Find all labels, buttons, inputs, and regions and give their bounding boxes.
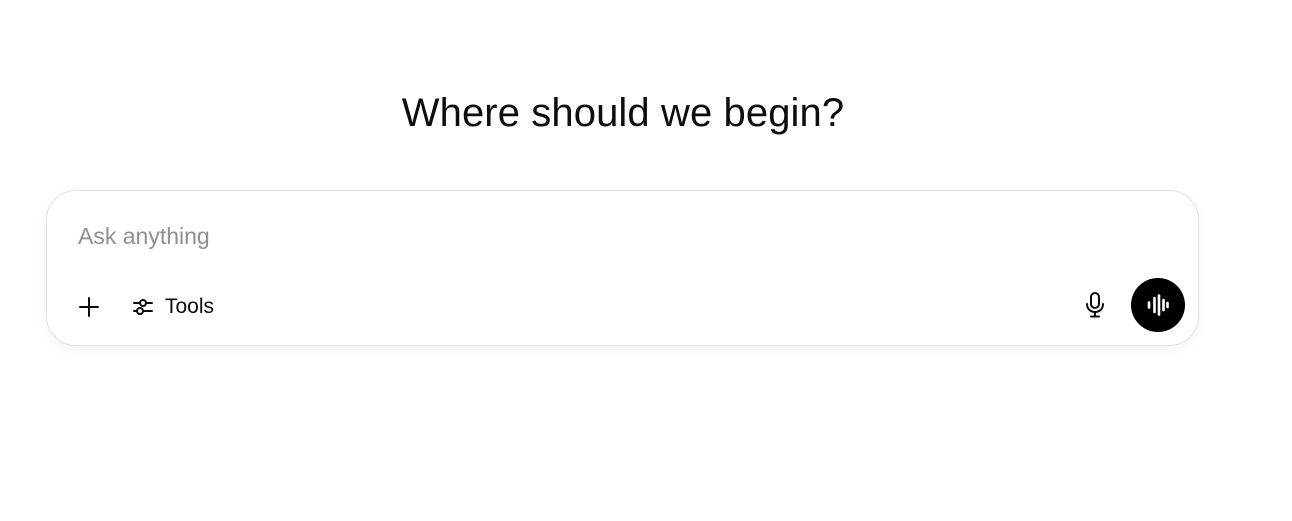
- add-attachment-button[interactable]: [69, 287, 109, 327]
- voice-waveform-icon: [1146, 294, 1170, 316]
- dictate-button[interactable]: [1075, 285, 1115, 325]
- voice-mode-button[interactable]: [1131, 278, 1185, 332]
- page-title: Where should we begin?: [401, 91, 845, 135]
- microphone-icon: [1083, 291, 1107, 319]
- plus-icon: [77, 295, 101, 319]
- chat-composer: Tools: [46, 190, 1199, 346]
- prompt-input[interactable]: [78, 219, 1078, 253]
- page: Where should we begin? Tools: [0, 0, 1292, 521]
- tools-button[interactable]: Tools: [123, 287, 222, 327]
- sliders-icon: [131, 295, 155, 319]
- tools-label: Tools: [165, 295, 215, 318]
